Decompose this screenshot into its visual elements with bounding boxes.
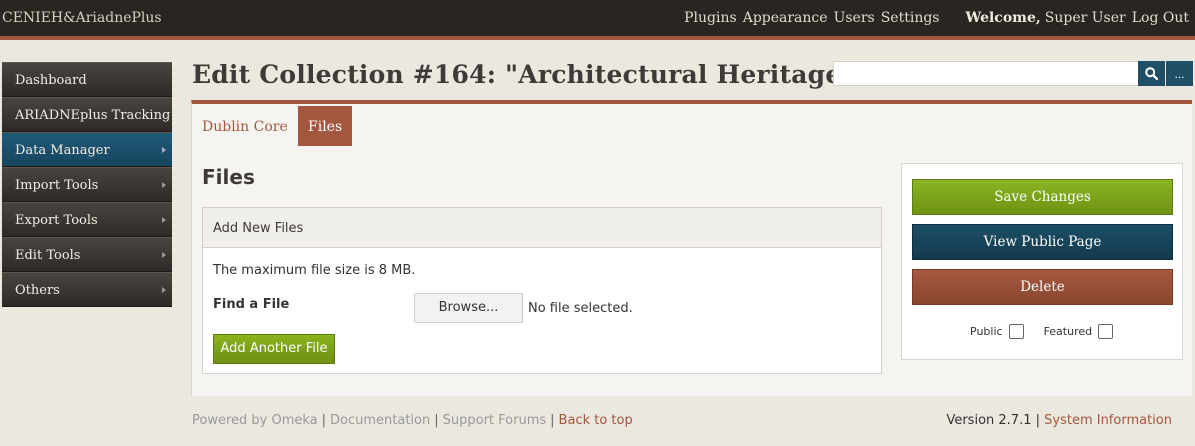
sidebar-item-label: Data Manager	[15, 143, 110, 158]
sidebar-item-label: Dashboard	[15, 73, 87, 88]
chevron-right-icon	[162, 287, 166, 293]
featured-label: Featured	[1043, 325, 1093, 338]
separator: |	[434, 413, 439, 428]
chevron-right-icon	[162, 147, 166, 153]
find-file-label: Find a File	[213, 297, 290, 312]
files-section-title: Files	[202, 165, 255, 189]
view-public-page-button[interactable]: View Public Page	[912, 224, 1173, 260]
welcome-label: Welcome,	[965, 10, 1041, 26]
chevron-right-icon	[162, 182, 166, 188]
sidebar-item-label: Import Tools	[15, 178, 99, 193]
sidebar-item-label: Export Tools	[15, 213, 98, 228]
sidebar-item-edit-tools[interactable]: Edit Tools	[2, 237, 172, 272]
logout-link[interactable]: Log Out	[1132, 10, 1189, 26]
sidebar-item-dashboard[interactable]: Dashboard	[2, 62, 172, 97]
user-name-link[interactable]: Super User	[1045, 10, 1126, 26]
public-checkbox[interactable]	[1008, 324, 1024, 339]
tab-dublin-core[interactable]: Dublin Core	[192, 106, 298, 146]
featured-checkbox[interactable]	[1098, 324, 1114, 339]
sidebar-item-export-tools[interactable]: Export Tools	[2, 202, 172, 237]
delete-button[interactable]: Delete	[912, 269, 1173, 305]
visibility-options: Public Featured	[970, 324, 1133, 339]
add-another-file-button[interactable]: Add Another File	[213, 334, 335, 364]
separator: |	[321, 413, 327, 428]
browse-button[interactable]: Browse...	[414, 293, 523, 323]
sidebar-item-label: Others	[15, 283, 60, 298]
top-bar: CENIEH&AriadnePlus Plugins Appearance Us…	[0, 0, 1195, 40]
sidebar-item-label: ARIADNEplus Tracking	[15, 108, 171, 123]
save-changes-button[interactable]: Save Changes	[912, 179, 1173, 215]
no-file-selected-text: No file selected.	[528, 301, 633, 316]
search-bar: ...	[833, 61, 1193, 86]
add-files-panel: Add New Files The maximum file size is 8…	[202, 207, 882, 374]
sidebar-item-label: Edit Tools	[15, 248, 81, 263]
nav-appearance[interactable]: Appearance	[743, 10, 828, 26]
nav-users[interactable]: Users	[834, 10, 875, 26]
sidebar-item-ariadneplus-tracking[interactable]: ARIADNEplus Tracking	[2, 97, 172, 132]
chevron-right-icon	[162, 252, 166, 258]
sidebar-item-others[interactable]: Others	[2, 272, 172, 307]
search-icon	[1145, 67, 1158, 80]
page-title: Edit Collection #164: "Architectural Her…	[192, 60, 855, 89]
back-to-top-link[interactable]: Back to top	[559, 413, 633, 428]
advanced-search-button[interactable]: ...	[1166, 61, 1193, 86]
panel-title: Add New Files	[203, 208, 881, 248]
nav-settings[interactable]: Settings	[881, 10, 940, 26]
system-information-link[interactable]: System Information	[1044, 413, 1172, 428]
footer-version: Version 2.7.1 | System Information	[946, 413, 1172, 428]
tab-files[interactable]: Files	[298, 106, 353, 146]
top-nav: Plugins Appearance Users Settings Welcom…	[684, 10, 1195, 26]
public-label: Public	[970, 325, 1003, 338]
sidebar: Dashboard ARIADNEplus Tracking Data Mana…	[2, 62, 172, 307]
support-forums-link[interactable]: Support Forums	[443, 413, 547, 428]
version-text: Version 2.7.1	[946, 413, 1032, 428]
max-file-size-text: The maximum file size is 8 MB.	[213, 263, 416, 278]
site-title[interactable]: CENIEH&AriadnePlus	[2, 10, 162, 26]
actions-panel: Save Changes View Public Page Delete Pub…	[901, 163, 1183, 360]
search-button[interactable]	[1138, 61, 1165, 86]
sidebar-item-import-tools[interactable]: Import Tools	[2, 167, 172, 202]
nav-plugins[interactable]: Plugins	[684, 10, 737, 26]
documentation-link[interactable]: Documentation	[330, 413, 430, 428]
chevron-right-icon	[162, 217, 166, 223]
sidebar-item-data-manager[interactable]: Data Manager	[2, 132, 172, 167]
search-input[interactable]	[833, 61, 1139, 86]
separator: |	[550, 413, 555, 428]
powered-by-link[interactable]: Powered by Omeka	[192, 413, 318, 428]
footer-links: Powered by Omeka | Documentation | Support F…	[192, 413, 633, 428]
